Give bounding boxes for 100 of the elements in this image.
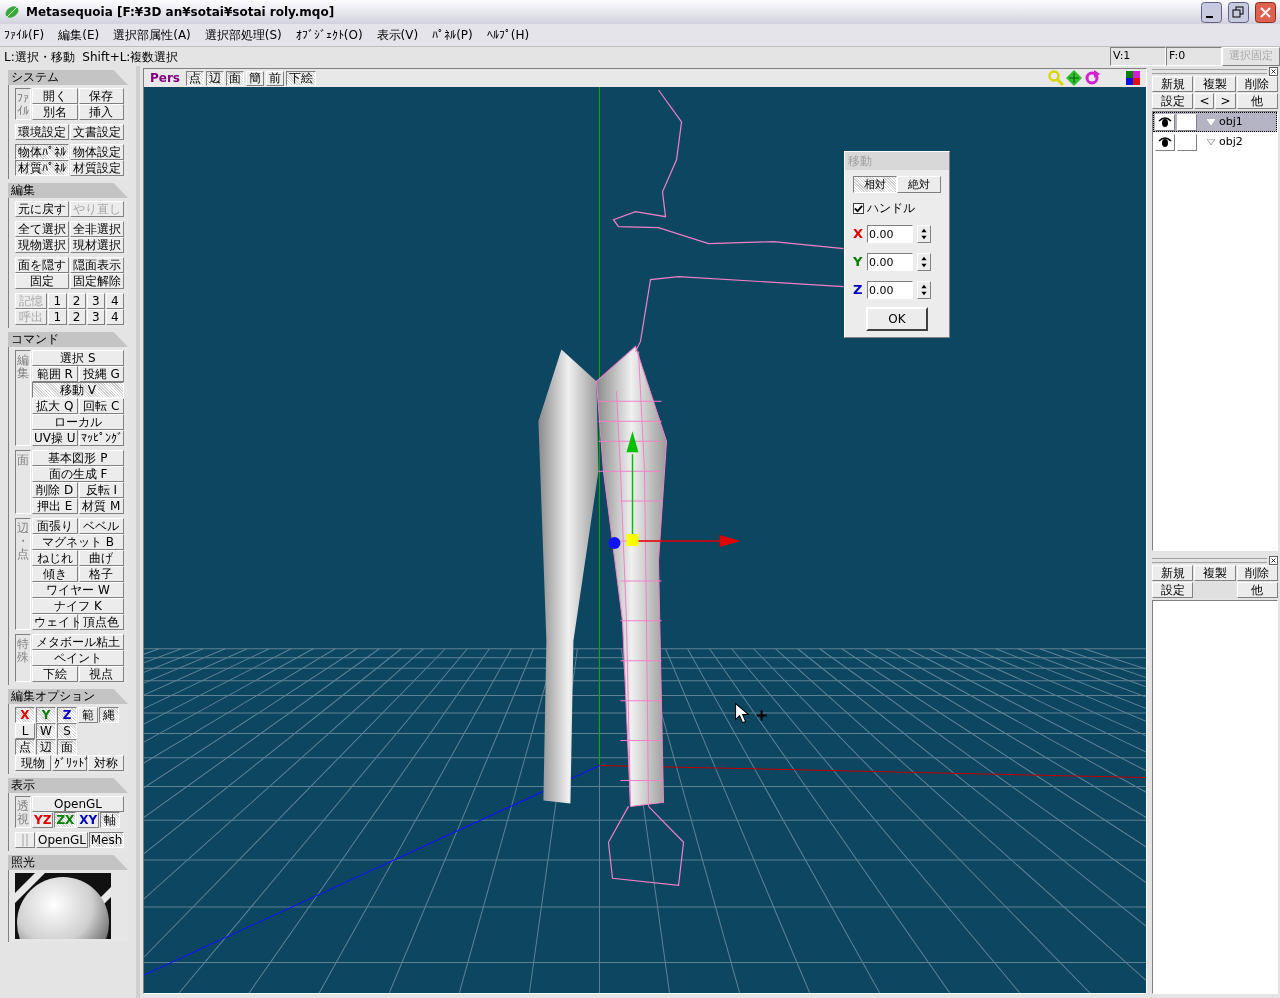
visibility-toggle[interactable] [1155, 113, 1175, 131]
tool-button[interactable]: 物体ﾊﾟﾈﾙ [15, 144, 69, 160]
menu-item[interactable]: ﾊﾟﾈﾙ(P) [432, 26, 473, 44]
tool-button[interactable]: 回転 C [78, 398, 124, 414]
tool-button[interactable]: 対称 [88, 755, 124, 771]
display-toggle[interactable]: 前 [266, 70, 284, 86]
tool-button[interactable]: 材質 M [78, 498, 124, 514]
panel-grip[interactable] [1152, 557, 1267, 563]
menu-item[interactable]: ﾌｧｲﾙ(F) [4, 26, 45, 44]
tool-button[interactable]: 格子 [78, 566, 124, 582]
tool-button[interactable]: ナイフ K [32, 598, 124, 614]
tool-button[interactable]: 面を隠す [15, 257, 69, 273]
view-mode-label[interactable]: Pers [150, 69, 180, 87]
tool-button[interactable]: ベベル [78, 518, 124, 534]
tool-button[interactable]: ねじれ [32, 550, 78, 566]
object-row[interactable]: obj1 [1153, 112, 1277, 132]
close-icon[interactable] [1255, 1, 1276, 23]
legs-model-drawing[interactable] [538, 345, 667, 807]
tool-button[interactable]: 挿入 [78, 104, 124, 120]
tool-button[interactable]: 1 [48, 309, 67, 325]
tool-button[interactable]: W [36, 723, 56, 739]
panel-button[interactable]: 新規 [1152, 76, 1194, 92]
tool-button[interactable]: Y [36, 707, 56, 723]
tool-button[interactable]: 基本図形 P [32, 450, 124, 466]
spinner-icon[interactable] [917, 253, 931, 271]
restore-icon[interactable] [1228, 1, 1249, 23]
close-icon[interactable] [1269, 555, 1278, 565]
section-header[interactable]: 編集オプション [8, 689, 128, 704]
visibility-toggle[interactable] [1155, 133, 1175, 151]
tool-button[interactable]: 選択 S [32, 350, 124, 366]
lighting-preview-drawing[interactable] [15, 873, 111, 939]
panel-button[interactable]: < [1194, 93, 1215, 109]
tool-button[interactable]: 点 [15, 739, 35, 755]
pan-icon[interactable] [1066, 70, 1082, 86]
display-toggle[interactable]: 簡 [246, 70, 264, 86]
section-header[interactable]: 照光 [8, 855, 128, 870]
panel-button[interactable]: 他 [1236, 582, 1278, 598]
tool-button[interactable]: XY [77, 812, 100, 828]
viewport-background[interactable] [144, 87, 1146, 993]
panel-button[interactable]: 設定 [1152, 93, 1194, 109]
display-toggle[interactable]: 点 [186, 70, 204, 86]
tool-button[interactable]: 拡大 Q [32, 398, 78, 414]
tool-button[interactable]: 範囲 R [32, 366, 78, 382]
tool-button[interactable]: OpenGL [32, 796, 124, 812]
color-grid-icon[interactable] [1126, 71, 1140, 85]
menu-item[interactable]: 編集(E) [58, 26, 100, 44]
handle-checkbox[interactable] [853, 202, 864, 214]
tool-button[interactable]: 全て選択 [15, 221, 69, 237]
tool-button[interactable]: 2 [67, 293, 86, 309]
display-toggle[interactable]: 辺 [206, 70, 224, 86]
display-toggle[interactable]: 下絵 [286, 70, 316, 86]
tool-button[interactable]: 視点 [78, 666, 124, 682]
tool-button[interactable]: ｸﾞﾘｯﾄﾞ [51, 755, 88, 771]
wireframe-drawing[interactable] [607, 89, 845, 886]
tool-button[interactable]: 元に戻す [15, 201, 69, 217]
section-header[interactable]: 編集 [8, 183, 128, 198]
spinner-icon[interactable] [917, 281, 931, 299]
tool-button[interactable]: 3 [86, 309, 105, 325]
tool-button[interactable]: 固定 [15, 273, 69, 289]
tool-button[interactable]: 現材選択 [70, 237, 124, 253]
tool-button[interactable]: 隠面表示 [70, 257, 124, 273]
tool-button[interactable]: 開く [32, 88, 78, 104]
tool-button[interactable]: 固定解除 [70, 273, 124, 289]
tool-button[interactable]: 面 [57, 739, 77, 755]
tool-button[interactable]: 頂点色 [78, 614, 124, 630]
section-header[interactable]: コマンド [8, 332, 128, 347]
tool-button[interactable]: 削除 D [32, 482, 78, 498]
tool-button[interactable]: OpenGL [36, 832, 88, 848]
tool-button[interactable]: 1 [48, 293, 67, 309]
coordinate-field[interactable]: 0.00 [867, 253, 913, 271]
panel-button[interactable]: 削除 [1236, 76, 1278, 92]
panel-button[interactable]: 複製 [1194, 565, 1236, 581]
tool-button[interactable]: ワイヤー W [32, 582, 124, 598]
tool-button[interactable]: L [15, 723, 35, 739]
tool-button[interactable]: S [57, 723, 77, 739]
tool-button[interactable]: YZ [32, 812, 54, 828]
tool-button[interactable]: 下絵 [32, 666, 78, 682]
mode-tab[interactable]: 絶対 [897, 176, 941, 193]
ok-button[interactable]: OK [866, 307, 928, 331]
tool-button[interactable]: ローカル [32, 414, 124, 430]
rotate-icon[interactable] [1084, 70, 1100, 86]
tool-button[interactable]: 反転 I [78, 482, 124, 498]
panel-button[interactable]: 新規 [1152, 565, 1194, 581]
tool-button[interactable]: 面の生成 F [32, 466, 124, 482]
panel-button[interactable]: 他 [1236, 93, 1278, 109]
display-toggle[interactable]: 面 [226, 70, 244, 86]
tool-button[interactable]: 面張り [32, 518, 78, 534]
tool-button[interactable]: 文書設定 [70, 124, 124, 140]
tool-button[interactable]: Mesh [88, 832, 124, 848]
move-gizmo-icon[interactable] [608, 431, 741, 549]
tool-button[interactable]: 軸 [100, 812, 121, 828]
tool-button[interactable]: 2 [67, 309, 86, 325]
coordinate-field[interactable]: 0.00 [867, 225, 913, 243]
tool-button[interactable]: X [15, 707, 35, 723]
close-icon[interactable] [1269, 66, 1278, 76]
tool-button[interactable]: 材質設定 [70, 160, 124, 176]
tool-button[interactable]: 範 [78, 707, 98, 723]
tool-button[interactable]: 傾き [32, 566, 78, 582]
panel-grip[interactable] [1152, 68, 1267, 74]
tool-button[interactable]: ﾏｯﾋﾟﾝｸﾞ [78, 430, 124, 446]
